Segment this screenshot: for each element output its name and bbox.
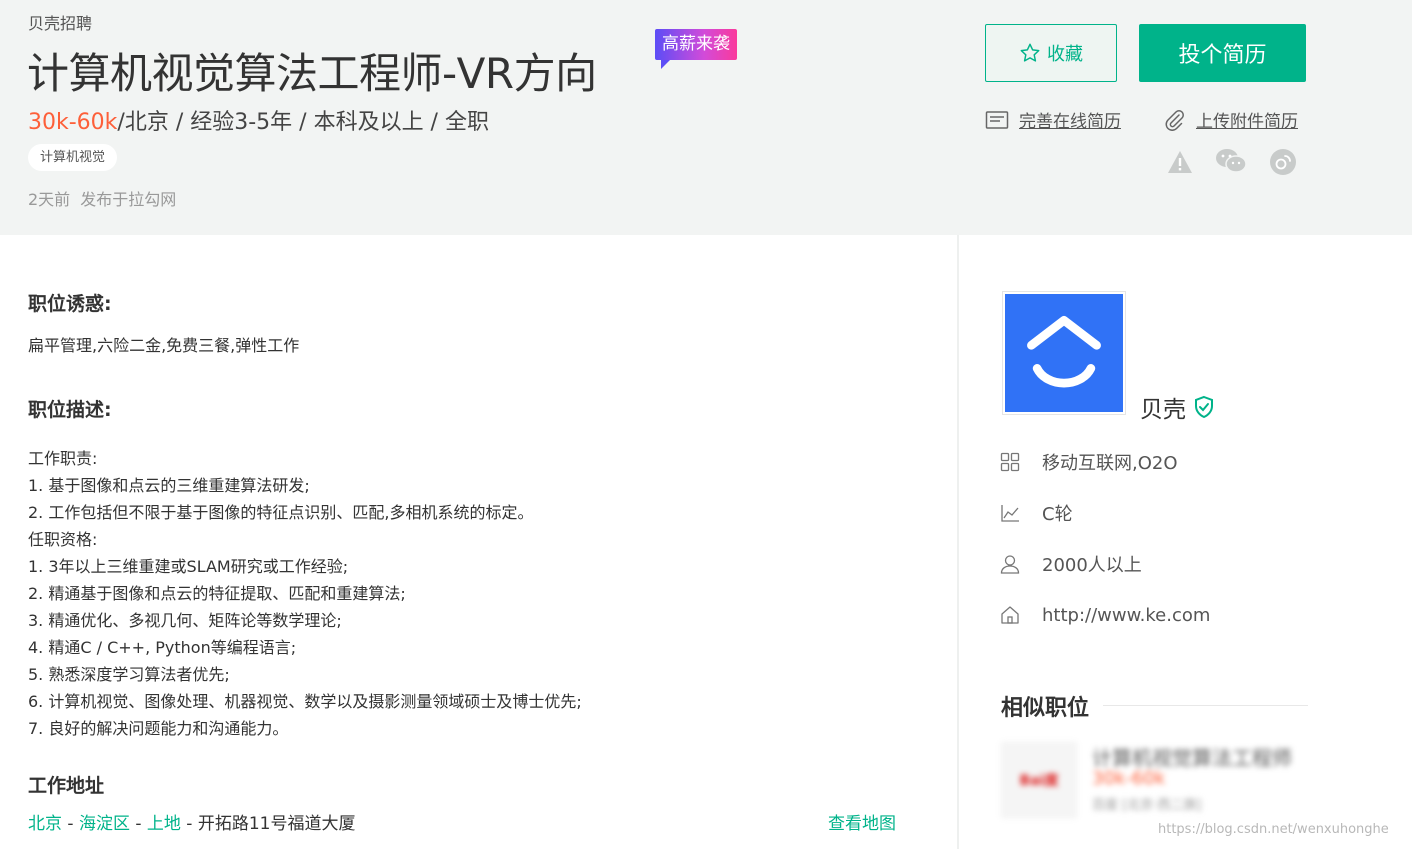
weibo-icon: [1270, 149, 1296, 175]
perks-title: 职位诱惑:: [28, 293, 112, 315]
company-name[interactable]: 贝壳: [1140, 390, 1216, 424]
posted-source: 发布于拉勾网: [80, 190, 177, 209]
stage-text: C轮: [1042, 504, 1073, 525]
salary: 30k-60k: [28, 110, 118, 135]
desc-line: 2. 精通基于图像和点云的特征提取、匹配和重建算法;: [28, 584, 406, 603]
website-text[interactable]: http://www.ke.com: [1042, 605, 1210, 626]
desc-line: 工作职责:: [28, 449, 98, 468]
beike-logo-icon: [1027, 316, 1101, 388]
warning-icon: [1168, 151, 1192, 173]
company-name-text: 贝壳: [1140, 397, 1186, 423]
grid-icon: [1000, 452, 1020, 472]
company-logo[interactable]: [1002, 291, 1126, 415]
address-street: 开拓路11号福道大厦: [197, 814, 356, 834]
company-label[interactable]: 贝壳招聘: [28, 10, 92, 34]
job-title: 计算机视觉算法工程师-VR方向: [27, 49, 597, 98]
desc-line: 4. 精通C / C++, Python等编程语言;: [28, 638, 297, 657]
industry-text: 移动互联网,O2O: [1042, 453, 1178, 474]
job-meta: 30k-60k/北京 / 经验3-5年 / 本科及以上 / 全职: [28, 104, 489, 136]
address-district-link[interactable]: 海淀区: [79, 814, 130, 834]
similar-job-location: 百度 [北京·西二旗]: [1092, 798, 1202, 813]
attach-resume-link[interactable]: 上传附件简历: [1162, 107, 1298, 132]
description-title: 职位描述:: [28, 399, 112, 421]
attach-resume-label: 上传附件简历: [1196, 112, 1298, 132]
posted-info: 2天前 发布于拉勾网: [28, 186, 176, 210]
desc-line: 1. 3年以上三维重建或SLAM研究或工作经验;: [28, 557, 349, 576]
person-icon: [1000, 555, 1020, 574]
collect-button[interactable]: 收藏: [985, 24, 1117, 82]
job-requirements: /北京 / 经验3-5年 / 本科及以上 / 全职: [117, 110, 489, 135]
size-text: 2000人以上: [1042, 555, 1142, 576]
apply-button[interactable]: 投个简历: [1139, 24, 1306, 82]
similar-divider: [1103, 705, 1308, 706]
address-area-link[interactable]: 上地: [147, 814, 181, 834]
similar-jobs-title: 相似职位: [1001, 696, 1090, 721]
online-resume-link[interactable]: 完善在线简历: [985, 107, 1121, 132]
similar-job-item[interactable]: Bai度 计算机视觉算法工程师 30k-60k 百度 [北京·西二旗]: [1001, 738, 1308, 828]
company-logo-image: [1005, 294, 1123, 412]
online-resume-label: 完善在线简历: [1019, 112, 1121, 132]
desc-line: 6. 计算机视觉、图像处理、机器视觉、数学以及摄影测量领域硕士及博士优先;: [28, 692, 582, 711]
desc-line: 7. 良好的解决问题能力和沟通能力。: [28, 719, 289, 738]
view-map-link[interactable]: 查看地图: [828, 809, 896, 834]
trend-chart-icon: [1001, 505, 1019, 522]
company-industry: 移动互联网,O2O: [1000, 449, 1178, 475]
weibo-share-button[interactable]: [1267, 148, 1299, 176]
wechat-share-button[interactable]: [1215, 147, 1247, 175]
watermark: https://blog.csdn.net/wenxuhonghe: [1158, 822, 1389, 837]
company-website[interactable]: http://www.ke.com: [1000, 602, 1210, 628]
desc-line: 3. 精通优化、多视几何、矩阵论等数学理论;: [28, 611, 342, 630]
work-address: 北京 - 海淀区 - 上地 - 开拓路11号福道大厦: [28, 809, 356, 834]
verified-shield-icon: [1195, 395, 1213, 419]
desc-line: 1. 基于图像和点云的三维重建算法研发;: [28, 476, 310, 495]
similar-job-salary: 30k-60k: [1092, 768, 1166, 789]
address-separator: -: [62, 814, 79, 834]
desc-line: 5. 熟悉深度学习算法者优先;: [28, 665, 230, 684]
collect-label: 收藏: [1047, 44, 1083, 65]
similar-job-title: 计算机视觉算法工程师: [1092, 746, 1292, 770]
home-icon: [1001, 606, 1019, 624]
star-icon: [1020, 43, 1040, 62]
perks-text: 扁平管理,六险二金,免费三餐,弹性工作: [28, 336, 300, 355]
address-city-link[interactable]: 北京: [28, 814, 62, 834]
address-separator: -: [129, 814, 147, 834]
company-stage: C轮: [1000, 500, 1073, 526]
hot-badge: 高薪来袭: [655, 29, 737, 69]
similar-job-logo: Bai度: [1001, 742, 1077, 818]
wechat-icon: [1216, 149, 1247, 173]
address-separator: -: [180, 814, 198, 834]
column-divider: [957, 235, 959, 849]
desc-line: 2. 工作包括但不限于基于图像的特征点识别、匹配,多相机系统的标定。: [28, 503, 534, 522]
company-size: 2000人以上: [1000, 551, 1142, 577]
job-tag[interactable]: 计算机视觉: [28, 144, 118, 171]
paperclip-icon: [1165, 109, 1184, 131]
job-description: 工作职责: 1. 基于图像和点云的三维重建算法研发; 2. 工作包括但不限于基于…: [28, 445, 582, 742]
job-header: 贝壳招聘 计算机视觉算法工程师-VR方向 高薪来袭 30k-60k/北京 / 经…: [0, 0, 1412, 235]
report-button[interactable]: [1164, 148, 1196, 176]
desc-line: 任职资格:: [28, 530, 98, 549]
posted-time: 2天前: [28, 190, 71, 209]
address-title: 工作地址: [28, 775, 105, 797]
resume-icon: [985, 110, 1009, 129]
